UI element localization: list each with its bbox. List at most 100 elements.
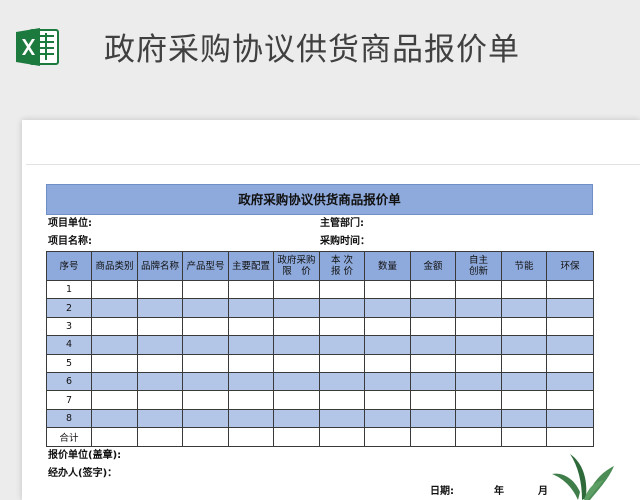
table-cell[interactable]: [364, 335, 411, 355]
table-cell[interactable]: [137, 427, 183, 447]
table-cell[interactable]: [410, 353, 456, 373]
table-cell[interactable]: [410, 371, 456, 392]
table-cell[interactable]: [182, 298, 229, 318]
table-cell[interactable]: [546, 371, 594, 392]
table-cell[interactable]: [455, 335, 502, 355]
table-cell[interactable]: [182, 390, 229, 410]
table-cell[interactable]: [501, 298, 547, 318]
table-cell[interactable]: [501, 371, 547, 392]
table-cell[interactable]: [455, 371, 502, 392]
table-cell[interactable]: [137, 279, 183, 300]
table-cell[interactable]: [546, 335, 594, 355]
table-cell[interactable]: [364, 427, 411, 447]
table-cell[interactable]: [455, 279, 502, 300]
table-cell[interactable]: [228, 298, 274, 318]
table-cell[interactable]: [228, 335, 274, 355]
table-cell[interactable]: [364, 353, 411, 373]
table-cell[interactable]: [455, 427, 502, 447]
table-cell[interactable]: [410, 427, 456, 447]
table-cell[interactable]: [410, 408, 456, 429]
table-cell[interactable]: [319, 316, 365, 337]
table-cell[interactable]: [501, 408, 547, 429]
table-cell[interactable]: [182, 427, 229, 447]
table-cell[interactable]: [455, 408, 502, 429]
table-cell[interactable]: [137, 316, 183, 337]
table-cell[interactable]: [273, 279, 320, 300]
table-cell[interactable]: [182, 316, 229, 337]
table-cell[interactable]: [319, 335, 365, 355]
table-cell[interactable]: [137, 335, 183, 355]
table-cell[interactable]: [273, 408, 320, 429]
table-cell[interactable]: [91, 371, 138, 392]
table-cell[interactable]: [501, 353, 547, 373]
table-cell[interactable]: [546, 353, 594, 373]
table-cell[interactable]: [91, 298, 138, 318]
table-cell[interactable]: [455, 316, 502, 337]
table-cell[interactable]: [228, 353, 274, 373]
table-cell[interactable]: [319, 390, 365, 410]
table-cell[interactable]: [137, 408, 183, 429]
table-cell[interactable]: [410, 298, 456, 318]
table-cell[interactable]: [273, 298, 320, 318]
table-cell[interactable]: [228, 316, 274, 337]
table-cell[interactable]: [364, 298, 411, 318]
table-cell[interactable]: [455, 353, 502, 373]
table-cell[interactable]: [91, 408, 138, 429]
table-cell[interactable]: [455, 390, 502, 410]
table-cell[interactable]: [546, 408, 594, 429]
table-cell[interactable]: [91, 335, 138, 355]
table-cell[interactable]: [273, 371, 320, 392]
table-cell[interactable]: [228, 427, 274, 447]
table-cell[interactable]: [364, 408, 411, 429]
table-cell[interactable]: [228, 279, 274, 300]
table-cell[interactable]: [273, 390, 320, 410]
table-cell[interactable]: [273, 335, 320, 355]
table-cell[interactable]: [91, 353, 138, 373]
table-cell[interactable]: [546, 427, 594, 447]
table-cell[interactable]: [501, 390, 547, 410]
table-cell[interactable]: [501, 316, 547, 337]
table-cell[interactable]: [273, 427, 320, 447]
table-cell[interactable]: [546, 316, 594, 337]
col-header: 品牌名称: [137, 251, 183, 281]
table-cell[interactable]: [228, 390, 274, 410]
table-cell[interactable]: [182, 371, 229, 392]
table-cell[interactable]: [228, 408, 274, 429]
table-cell[interactable]: [228, 371, 274, 392]
table-cell[interactable]: [137, 353, 183, 373]
table-cell[interactable]: [364, 390, 411, 410]
table-cell[interactable]: [364, 279, 411, 300]
table-cell[interactable]: [137, 390, 183, 410]
table-cell[interactable]: [364, 371, 411, 392]
table-cell[interactable]: [137, 371, 183, 392]
table-cell[interactable]: [455, 298, 502, 318]
table-cell[interactable]: [501, 279, 547, 300]
table-cell[interactable]: [319, 371, 365, 392]
table-cell[interactable]: [319, 298, 365, 318]
table-cell[interactable]: [182, 408, 229, 429]
table-cell[interactable]: [319, 408, 365, 429]
table-cell[interactable]: [91, 390, 138, 410]
table-cell[interactable]: [137, 298, 183, 318]
table-cell[interactable]: [319, 279, 365, 300]
table-cell[interactable]: [319, 353, 365, 373]
table-cell[interactable]: [182, 353, 229, 373]
table-cell[interactable]: [546, 390, 594, 410]
table-cell[interactable]: [91, 427, 138, 447]
table-cell[interactable]: [546, 298, 594, 318]
table-cell[interactable]: [364, 316, 411, 337]
table-cell[interactable]: [273, 353, 320, 373]
table-cell[interactable]: [546, 279, 594, 300]
table-cell[interactable]: [410, 335, 456, 355]
table-cell[interactable]: [273, 316, 320, 337]
table-cell[interactable]: [91, 316, 138, 337]
table-cell[interactable]: [410, 390, 456, 410]
table-cell[interactable]: [501, 335, 547, 355]
table-cell[interactable]: [182, 279, 229, 300]
table-cell[interactable]: [182, 335, 229, 355]
table-cell[interactable]: [410, 316, 456, 337]
table-cell[interactable]: [501, 427, 547, 447]
table-cell[interactable]: [91, 279, 138, 300]
table-cell[interactable]: [319, 427, 365, 447]
table-cell[interactable]: [410, 279, 456, 300]
